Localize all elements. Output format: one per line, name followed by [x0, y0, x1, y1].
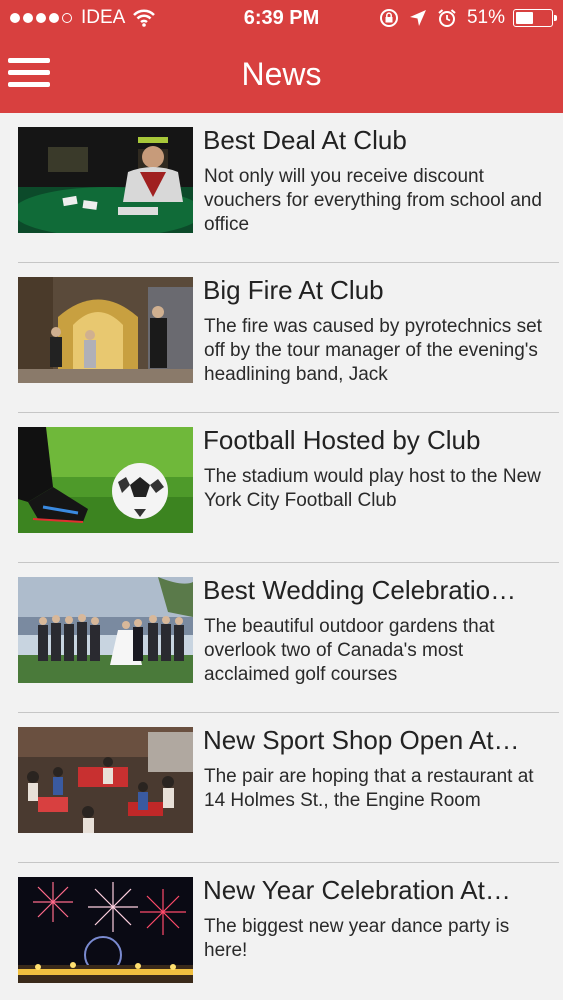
news-item[interactable]: Big Fire At Club The fire was caused by …	[0, 263, 563, 413]
news-title: Best Wedding Celebratio…	[203, 575, 517, 605]
news-item[interactable]: New Sport Shop Open At… The pair are hop…	[0, 713, 563, 863]
news-description: The fire was caused by pyrotechnics set …	[204, 316, 542, 385]
news-title: New Sport Shop Open At…	[203, 725, 520, 755]
news-thumbnail-club-entrance	[18, 277, 193, 383]
rotation-lock-icon	[379, 9, 398, 27]
location-arrow-icon	[409, 10, 426, 26]
news-description: The pair are hoping that a restaurant at…	[204, 766, 534, 811]
page-title: News	[241, 56, 322, 92]
news-thumbnail-wedding-group	[18, 577, 193, 683]
news-title: New Year Celebration At…	[203, 875, 511, 905]
news-title: Football Hosted by Club	[203, 425, 481, 455]
battery-tip	[554, 15, 557, 21]
status-bar-right: 51%	[379, 7, 557, 29]
alarm-icon	[438, 9, 456, 27]
battery-icon	[513, 9, 557, 27]
news-thumbnail-casino-dealer	[18, 127, 193, 233]
battery-level-fill	[516, 12, 533, 24]
news-item[interactable]: New Year Celebration At… The biggest new…	[0, 863, 563, 1000]
app-header: IDEA 6:39 PM 51% News	[0, 0, 563, 113]
news-item[interactable]: Football Hosted by Club The stadium woul…	[0, 413, 563, 563]
battery-percentage: 51%	[466, 7, 505, 28]
news-title: Best Deal At Club	[203, 125, 407, 155]
news-description: Not only will you receive discount vouch…	[204, 166, 542, 235]
news-description: The stadium would play host to the New Y…	[204, 466, 541, 511]
news-thumbnail-crowded-shop	[18, 727, 193, 833]
news-thumbnail-football-on-grass	[18, 427, 193, 533]
news-list: Best Deal At Club Not only will you rece…	[0, 113, 563, 1000]
status-bar: IDEA 6:39 PM 51%	[0, 0, 563, 38]
news-description: The beautiful outdoor gardens that overl…	[204, 616, 495, 685]
news-thumbnail-fireworks	[18, 877, 193, 983]
news-description: The biggest new year dance party is here…	[204, 916, 510, 961]
news-item[interactable]: Best Deal At Club Not only will you rece…	[0, 113, 563, 263]
news-item[interactable]: Best Wedding Celebratio… The beautiful o…	[0, 563, 563, 713]
news-title: Big Fire At Club	[203, 275, 384, 305]
